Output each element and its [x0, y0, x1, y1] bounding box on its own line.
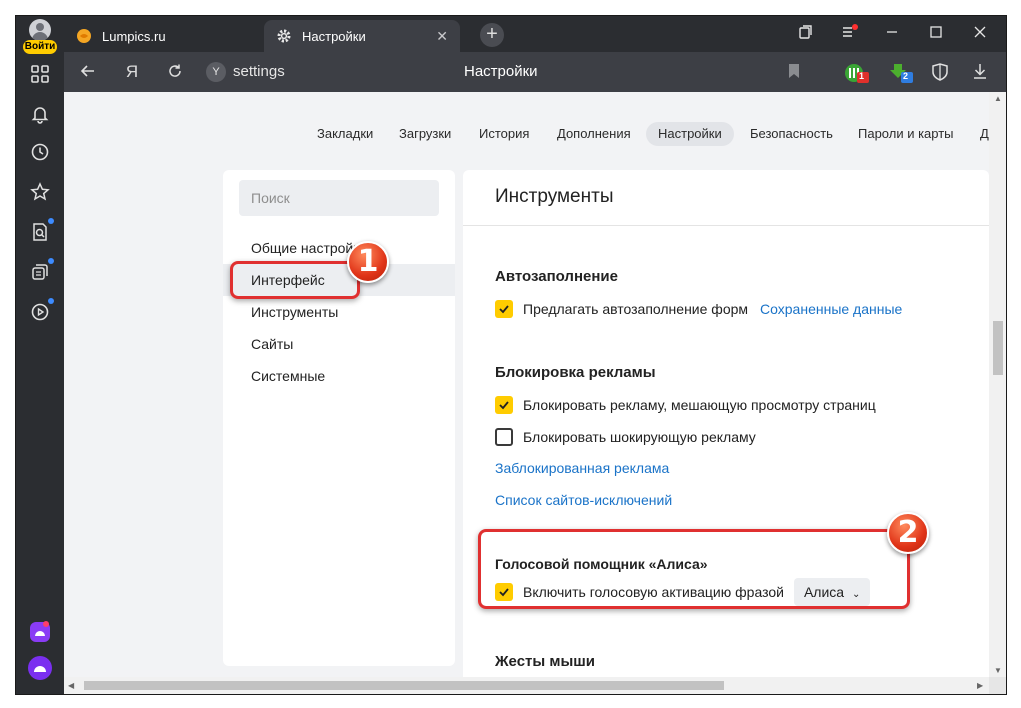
yandex-logo-icon[interactable]: Я — [122, 62, 142, 82]
maximize-icon[interactable] — [926, 24, 946, 44]
extension-badge: 2 — [903, 71, 908, 82]
highlight-box-2 — [478, 529, 910, 609]
scroll-down-arrow-icon[interactable]: ▼ — [994, 666, 1002, 675]
page-title: Настройки — [464, 63, 538, 80]
notification-dot — [48, 298, 54, 304]
star-icon[interactable] — [26, 178, 54, 206]
collections-icon[interactable] — [26, 258, 54, 286]
tab-title: Настройки — [302, 29, 366, 44]
saved-data-link[interactable]: Сохраненные данные — [760, 301, 902, 317]
divider — [463, 225, 989, 226]
menu-item-settings[interactable]: Настройки — [646, 122, 734, 146]
tab-settings[interactable]: Настройки ✕ — [264, 20, 460, 52]
tab-bar: Lumpics.ru Настройки ✕ + — [64, 16, 1006, 52]
settings-top-menu: Закладки Загрузки История Дополнения Нас… — [64, 122, 1006, 146]
menu-item-more[interactable]: Д — [980, 122, 989, 146]
login-button[interactable]: Войти — [23, 40, 57, 54]
url-text[interactable]: settings — [233, 63, 285, 80]
settings-nav-panel: Общие настройки Интерфейс Инструменты Са… — [223, 170, 455, 666]
gestures-title: Жесты мыши — [495, 653, 595, 670]
step-badge-2: 2 — [887, 512, 929, 554]
menu-item-downloads[interactable]: Загрузки — [399, 122, 451, 146]
scroll-thumb[interactable] — [993, 321, 1003, 375]
orange-favicon-icon — [76, 28, 92, 44]
gear-icon — [276, 28, 292, 44]
history-clock-icon[interactable] — [26, 138, 54, 166]
menu-item-passwords[interactable]: Пароли и карты — [858, 122, 954, 146]
browser-window: Войти — [16, 16, 1006, 694]
vertical-scrollbar[interactable]: ▲ ▼ — [989, 92, 1006, 677]
adblock-option-1[interactable]: Блокировать рекламу, мешающую просмотру … — [495, 395, 876, 415]
autofill-option[interactable]: Предлагать автозаполнение форм Сохраненн… — [495, 299, 902, 319]
autofill-title: Автозаполнение — [495, 268, 618, 285]
address-bar: Я Y settings Настройки 1 2 — [64, 52, 1006, 92]
menu-item-extensions[interactable]: Дополнения — [557, 122, 631, 146]
bell-icon[interactable] — [26, 100, 54, 128]
bookmark-icon[interactable] — [784, 62, 804, 82]
play-video-icon[interactable] — [26, 298, 54, 326]
checkbox-checked[interactable] — [495, 396, 513, 414]
tabs-list-icon[interactable] — [796, 24, 816, 44]
nav-item-general[interactable]: Общие настройки — [223, 232, 455, 264]
download-icon[interactable] — [970, 62, 990, 82]
adblock-title: Блокировка рекламы — [495, 364, 656, 381]
highlight-box-1 — [230, 261, 360, 299]
step-badge-1: 1 — [347, 241, 389, 283]
scroll-left-arrow-icon[interactable]: ◀ — [68, 681, 74, 690]
minimize-icon[interactable] — [882, 24, 902, 44]
nav-item-tools[interactable]: Инструменты — [223, 296, 455, 328]
reload-icon[interactable] — [165, 62, 185, 82]
left-sidebar: Войти — [16, 16, 64, 694]
notification-dot — [48, 218, 54, 224]
checkbox-label: Блокировать рекламу, мешающую просмотру … — [523, 397, 876, 413]
protect-shield-icon[interactable] — [930, 62, 950, 82]
extension-badge: 1 — [859, 71, 864, 82]
alice-icon[interactable] — [26, 654, 54, 682]
blocked-ads-link[interactable]: Заблокированная реклама — [495, 460, 669, 476]
back-arrow-icon[interactable] — [78, 62, 98, 82]
alice-chat-icon[interactable] — [26, 618, 54, 646]
avatar[interactable] — [29, 19, 51, 41]
extension-green-icon[interactable]: 1 — [844, 62, 870, 82]
scroll-up-arrow-icon[interactable]: ▲ — [994, 94, 1002, 103]
settings-content-panel: Инструменты Автозаполнение Предлагать ав… — [463, 170, 989, 694]
search-page-icon[interactable] — [26, 218, 54, 246]
menu-icon[interactable] — [840, 24, 860, 44]
nav-item-system[interactable]: Системные — [223, 360, 455, 392]
section-heading: Инструменты — [495, 186, 613, 208]
notification-dot — [48, 258, 54, 264]
checkbox-label: Предлагать автозаполнение форм — [523, 301, 748, 317]
scroll-thumb[interactable] — [84, 681, 724, 690]
tab-title: Lumpics.ru — [102, 29, 166, 44]
extension-download-icon[interactable]: 2 — [888, 62, 914, 82]
scrollbar-corner — [989, 677, 1006, 694]
exceptions-link[interactable]: Список сайтов-исключений — [495, 492, 672, 508]
checkbox-label: Блокировать шокирующую рекламу — [523, 429, 756, 445]
menu-item-bookmarks[interactable]: Закладки — [317, 122, 373, 146]
apps-grid-icon[interactable] — [26, 60, 54, 88]
nav-item-sites[interactable]: Сайты — [223, 328, 455, 360]
horizontal-scrollbar[interactable]: ◀ ▶ — [64, 677, 989, 694]
menu-item-security[interactable]: Безопасность — [750, 122, 833, 146]
checkbox-checked[interactable] — [495, 300, 513, 318]
yandex-browser-icon: Y — [206, 62, 226, 82]
close-tab-icon[interactable]: ✕ — [436, 28, 448, 45]
new-tab-button[interactable]: + — [480, 23, 504, 47]
search-input[interactable] — [239, 180, 439, 216]
checkbox-unchecked[interactable] — [495, 428, 513, 446]
close-window-icon[interactable] — [970, 24, 990, 44]
tab-lumpics[interactable]: Lumpics.ru — [64, 20, 254, 52]
menu-item-history[interactable]: История — [479, 122, 529, 146]
scroll-right-arrow-icon[interactable]: ▶ — [977, 681, 983, 690]
adblock-option-2[interactable]: Блокировать шокирующую рекламу — [495, 427, 756, 447]
